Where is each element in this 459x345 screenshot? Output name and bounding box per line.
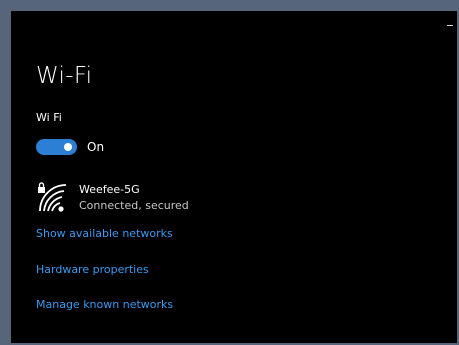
page-title: Wi-Fi: [36, 63, 93, 89]
toggle-knob: [64, 143, 72, 151]
show-available-networks-link[interactable]: Show available networks: [36, 227, 173, 240]
wifi-toggle[interactable]: [36, 139, 77, 155]
network-name: Weefee-5G: [79, 183, 140, 196]
manage-known-networks-link[interactable]: Manage known networks: [36, 298, 173, 311]
wifi-toggle-state: On: [87, 140, 105, 154]
wifi-section-label: Wi Fi: [36, 111, 62, 124]
network-status: Connected, secured: [79, 199, 189, 212]
connected-network[interactable]: Weefee-5G Connected, secured: [36, 181, 236, 217]
wifi-secured-icon: [38, 182, 66, 212]
settings-window: Wi-Fi Wi Fi On Weefee-5G Connected, secu…: [11, 11, 457, 343]
minimize-icon[interactable]: [447, 25, 453, 26]
hardware-properties-link[interactable]: Hardware properties: [36, 263, 149, 276]
